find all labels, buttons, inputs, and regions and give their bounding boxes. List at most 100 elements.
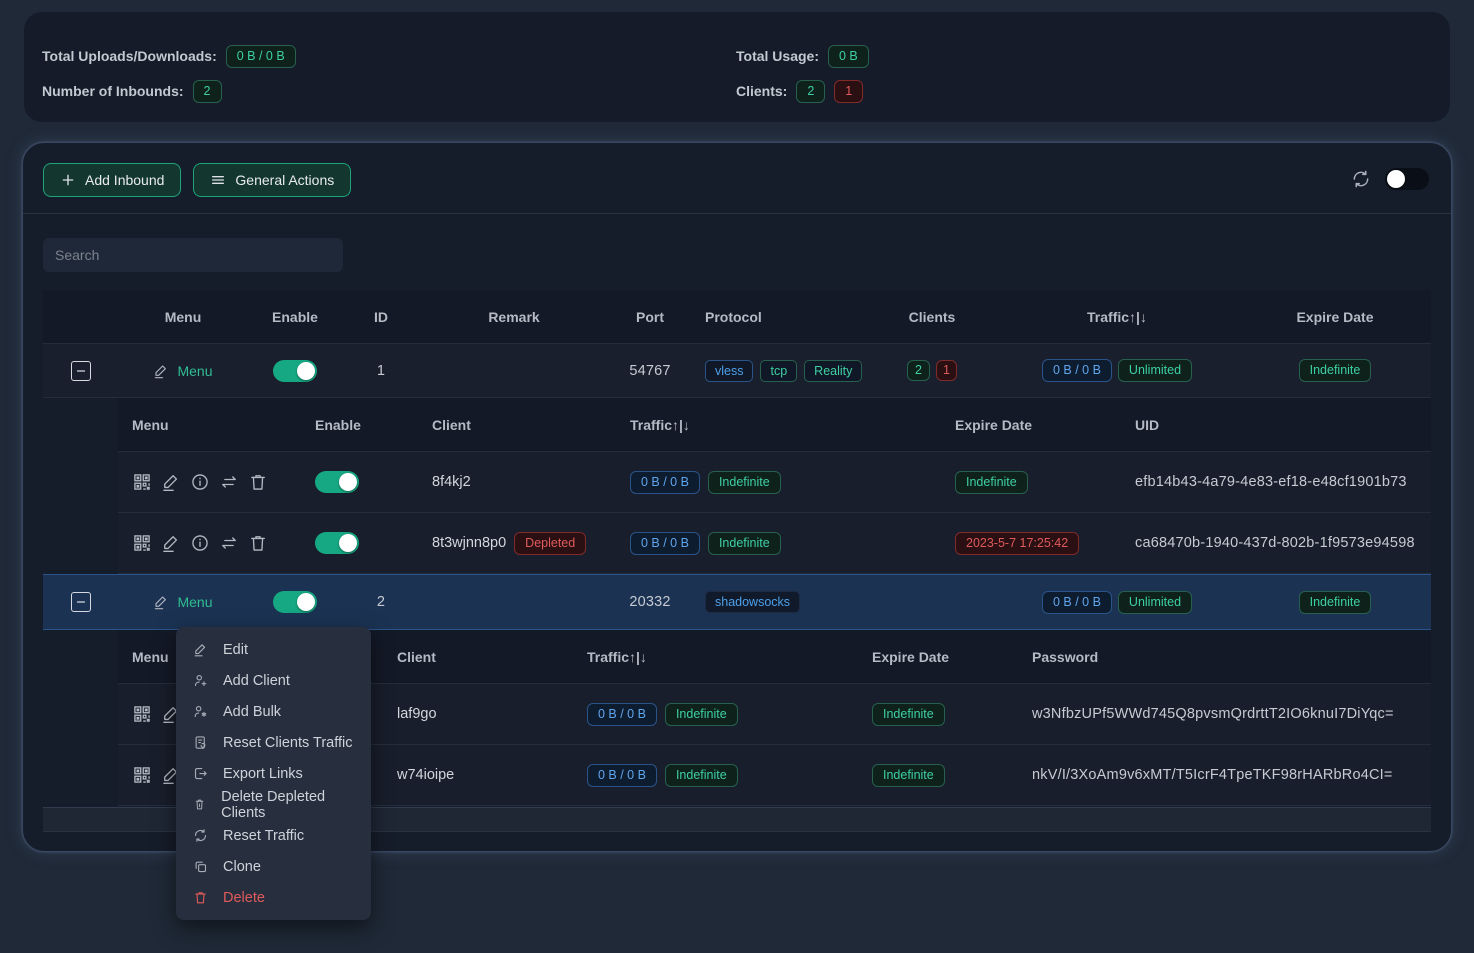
client-traffic-badge: 0 B / 0 B (587, 764, 657, 787)
collapse-row-button[interactable] (71, 592, 91, 612)
menu-item-add-client[interactable]: Add Client (176, 665, 371, 696)
client-uid: ca68470b-1940-437d-802b-1f9573e94598 (1121, 535, 1431, 551)
qrcode-icon[interactable] (132, 472, 152, 492)
client-enable-toggle[interactable] (315, 532, 359, 554)
sub-header-enable: Enable (301, 417, 418, 433)
menu-lines-icon (210, 172, 226, 188)
stat-usage-value-badge: 0 B (828, 45, 869, 68)
inbound-port: 54767 (609, 363, 691, 379)
sub-header-client: Client (383, 649, 573, 665)
client-expire-badge: Indefinite (955, 471, 1028, 494)
toolbar: Add Inbound General Actions (43, 163, 1431, 197)
header-clients[interactable]: Clients (869, 309, 995, 325)
inbound-enable-toggle[interactable] (273, 360, 317, 382)
stat-uploads-value-badge: 0 B / 0 B (226, 45, 296, 68)
menu-item-delete[interactable]: Delete (176, 882, 371, 913)
plus-icon (60, 172, 76, 188)
client-name: 8f4kj2 (418, 474, 616, 490)
clone-icon (193, 859, 208, 874)
client-traffic-limit-badge: Indefinite (665, 764, 738, 787)
depleted-badge: Depleted (514, 532, 586, 555)
stat-total-usage: Total Usage: 0 B (736, 44, 869, 68)
menu-item-reset-traffic[interactable]: Reset Traffic (176, 820, 371, 851)
protocol-tag-tcp: tcp (760, 360, 797, 382)
reset-traffic-icon[interactable] (219, 472, 239, 492)
vless-clients-header: Menu Enable Client Traffic↑|↓ Expire Dat… (118, 398, 1431, 452)
search-box (43, 238, 1431, 272)
qrcode-icon[interactable] (132, 765, 152, 785)
traffic-limit-badge: Unlimited (1118, 359, 1192, 382)
edit-client-icon[interactable] (161, 533, 181, 553)
edit-client-icon[interactable] (161, 472, 181, 492)
header-traffic-sort[interactable]: Traffic↑|↓ (995, 309, 1239, 325)
protocol-tag-vless: vless (705, 360, 753, 382)
expire-badge: Indefinite (1299, 591, 1372, 614)
edit-pencil-icon (153, 363, 169, 379)
menu-item-clone[interactable]: Clone (176, 851, 371, 882)
menu-item-export-links[interactable]: Export Links (176, 758, 371, 789)
sub-header-expire: Expire Date (858, 649, 1018, 665)
inbound-menu-label: Menu (177, 363, 212, 379)
menu-item-label: Clone (223, 859, 261, 875)
inbound-row-2: Menu 2 20332 shadowsocks 0 B / 0 B Unlim… (43, 574, 1431, 630)
client-password: w3NfbzUPf5WWd745Q8pvsmQrdrttT2IO6knuI7Di… (1018, 706, 1431, 722)
sub-header-traffic[interactable]: Traffic↑|↓ (616, 417, 941, 433)
minus-icon (75, 596, 87, 608)
inbound-menu-button[interactable]: Menu (153, 594, 212, 610)
client-traffic-limit-badge: Indefinite (708, 532, 781, 555)
header-id: ID (343, 309, 419, 325)
stats-card: Total Uploads/Downloads: 0 B / 0 B Numbe… (24, 12, 1450, 122)
header-remark: Remark (419, 309, 609, 325)
file-reset-icon (193, 735, 208, 750)
inbound-context-menu: Edit Add Client Add Bulk Reset Clients T… (176, 627, 371, 920)
info-icon[interactable] (190, 533, 210, 553)
stat-usage-label: Total Usage: (736, 48, 819, 64)
header-protocol: Protocol (691, 309, 869, 325)
edit-pencil-icon (153, 594, 169, 610)
add-inbound-button[interactable]: Add Inbound (43, 163, 181, 197)
menu-item-add-bulk[interactable]: Add Bulk (176, 696, 371, 727)
sub-header-traffic[interactable]: Traffic↑|↓ (573, 649, 858, 665)
header-expire-date: Expire Date (1239, 309, 1431, 325)
client-name: 8t3wjnn8p0 (432, 535, 506, 551)
menu-item-reset-clients-traffic[interactable]: Reset Clients Traffic (176, 727, 371, 758)
stat-clients-depleted-badge: 1 (834, 80, 863, 103)
qrcode-icon[interactable] (132, 704, 152, 724)
sub-header-client: Client (418, 417, 616, 433)
menu-item-label: Delete (223, 890, 265, 906)
reset-traffic-icon[interactable] (219, 533, 239, 553)
export-icon (193, 766, 208, 781)
info-icon[interactable] (190, 472, 210, 492)
toolbar-right (1351, 168, 1429, 190)
dark-mode-toggle[interactable] (1385, 168, 1429, 190)
general-actions-button[interactable]: General Actions (193, 163, 351, 197)
menu-item-label: Edit (223, 642, 248, 658)
header-enable: Enable (247, 309, 343, 325)
stat-clients-label: Clients: (736, 83, 787, 99)
stats-right-column: Total Usage: 0 B Clients: 2 1 (736, 44, 869, 103)
delete-client-icon[interactable] (248, 472, 268, 492)
client-traffic-limit-badge: Indefinite (665, 703, 738, 726)
traffic-limit-badge: Unlimited (1118, 591, 1192, 614)
sub-header-menu: Menu (118, 417, 301, 433)
refresh-icon[interactable] (1351, 169, 1371, 189)
menu-item-label: Export Links (223, 766, 303, 782)
menu-item-edit[interactable]: Edit (176, 634, 371, 665)
delete-client-icon[interactable] (248, 533, 268, 553)
inbound-enable-toggle[interactable] (273, 591, 317, 613)
stat-inbounds-value-badge: 2 (193, 80, 222, 103)
menu-item-label: Add Bulk (223, 704, 281, 720)
inbound-menu-label: Menu (177, 594, 212, 610)
qrcode-icon[interactable] (132, 533, 152, 553)
inbound-menu-button[interactable]: Menu (153, 363, 212, 379)
xui-inbounds-page: { "stats": { "uploads_label": "Total Upl… (0, 0, 1474, 953)
traffic-badge: 0 B / 0 B (1042, 359, 1112, 382)
stat-clients-active-badge: 2 (796, 80, 825, 103)
inbound-id: 1 (343, 363, 419, 379)
client-enable-toggle[interactable] (315, 471, 359, 493)
collapse-row-button[interactable] (71, 361, 91, 381)
stat-inbounds-label: Number of Inbounds: (42, 83, 184, 99)
client-password: nkV/I/3XoAm9v6xMT/T5IcrF4TpeTKF98rHARbRo… (1018, 767, 1431, 783)
search-input[interactable] (43, 238, 343, 272)
menu-item-delete-depleted-clients[interactable]: Delete Depleted Clients (176, 789, 371, 820)
